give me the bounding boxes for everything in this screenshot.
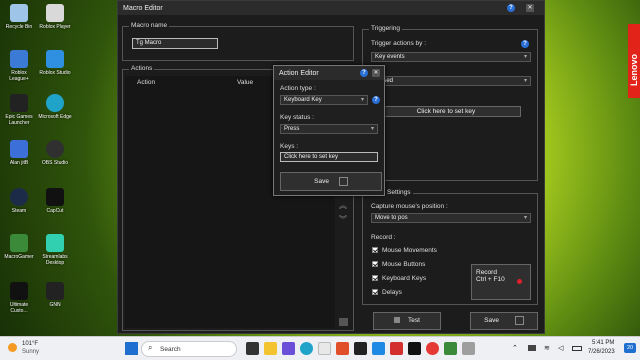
floppy-icon: [514, 315, 524, 325]
capture-position-dropdown[interactable]: Move to pos ▾: [371, 213, 531, 223]
streamlabs-icon[interactable]: Streamlabs Desktop: [38, 234, 72, 266]
volume-icon[interactable]: ◁: [558, 344, 563, 352]
chevron-up-icon[interactable]: ⌃: [512, 344, 518, 352]
app-icon-6[interactable]: [444, 342, 457, 355]
keyboard-keys-checkbox[interactable]: [372, 275, 378, 281]
wifi-icon[interactable]: ≋: [544, 344, 550, 352]
action-type-dropdown[interactable]: Keyboard Key ▾: [280, 95, 368, 105]
dialog-set-key-field[interactable]: Click here to set key: [280, 152, 378, 162]
help-icon[interactable]: ?: [507, 4, 515, 12]
trigger-help-icon[interactable]: ?: [521, 40, 529, 48]
lenovo-brand-strip: Lenovo: [628, 24, 640, 98]
move-up-icon[interactable]: ︽: [339, 202, 347, 210]
app-icon-1[interactable]: [354, 342, 367, 355]
save-button[interactable]: Save: [470, 312, 538, 330]
weather-sun-icon: [8, 343, 17, 352]
dialog-key-status-dropdown[interactable]: Press ▾: [280, 124, 378, 134]
capcut-icon[interactable]: CapCut: [38, 188, 72, 214]
app-icon-2[interactable]: [372, 342, 385, 355]
action-type-help-icon[interactable]: ?: [372, 96, 380, 104]
app-icon-3[interactable]: [390, 342, 403, 355]
record-dot-icon: [517, 279, 522, 284]
app-icon-7[interactable]: [462, 342, 475, 355]
mouse-movements-checkbox[interactable]: [372, 247, 378, 253]
macrogamer-icon[interactable]: MacroGamer: [2, 234, 36, 260]
alan-icon[interactable]: Alan jitB: [2, 140, 36, 166]
key-status-dropdown[interactable]: ressed▾: [371, 76, 531, 86]
test-button[interactable]: Test: [373, 312, 441, 330]
column-action[interactable]: Action: [137, 79, 155, 86]
action-editor-dialog: Action Editor ? ✕ Action type : Keyboard…: [273, 65, 385, 196]
start-icon[interactable]: [125, 342, 138, 355]
delays-checkbox[interactable]: [372, 289, 378, 295]
move-down-icon[interactable]: ︾: [339, 216, 347, 224]
close-icon[interactable]: ✕: [526, 4, 534, 12]
taskbar: 101°F Sunny ⌕ Search ⌃ ≋ ◁ 5:41 PM 7/26/…: [0, 336, 640, 360]
dialog-save-button[interactable]: Save: [280, 172, 382, 191]
roblox-studio-icon[interactable]: Roblox Studio: [38, 50, 72, 76]
trigger-set-key-button[interactable]: Click here to set key: [371, 106, 521, 117]
window-titlebar[interactable]: Macro Editor: [118, 1, 544, 15]
app-icon-4[interactable]: [408, 342, 421, 355]
task-view-icon[interactable]: [246, 342, 259, 355]
gnn-icon[interactable]: GNN: [38, 282, 72, 308]
macro-name-input[interactable]: Tg Macro: [132, 38, 218, 49]
macro-name-group: Macro name Tg Macro: [122, 22, 354, 61]
app-icon-5[interactable]: [426, 342, 439, 355]
search-icon: ⌕: [148, 343, 153, 352]
edge-icon[interactable]: Microsoft Edge: [38, 94, 72, 120]
teams-icon[interactable]: [282, 342, 295, 355]
office-icon[interactable]: [336, 342, 349, 355]
dialog-help-icon[interactable]: ?: [360, 69, 368, 77]
app-tray-icon[interactable]: [528, 345, 536, 351]
mouse-buttons-checkbox[interactable]: [372, 261, 378, 267]
obs-studio-icon[interactable]: OBS Studio: [38, 140, 72, 166]
edge-taskbar-icon[interactable]: [300, 342, 313, 355]
delete-icon[interactable]: [339, 318, 348, 326]
triggering-group: Triggering Trigger actions by : ? Key ev…: [362, 25, 538, 181]
roblox-player-icon[interactable]: Roblox Player: [38, 4, 72, 30]
trigger-dropdown[interactable]: Key events ▾: [371, 52, 531, 62]
settings-group: Settings Capture mouse's position : Move…: [362, 189, 538, 305]
steam-icon[interactable]: Steam: [2, 188, 36, 214]
battery-icon[interactable]: [572, 346, 582, 351]
recycle-bin-icon[interactable]: Recycle Bin: [2, 4, 36, 30]
clock-time[interactable]: 5:41 PM: [592, 340, 614, 346]
store-icon[interactable]: [318, 342, 331, 355]
file-explorer-icon[interactable]: [264, 342, 277, 355]
epic-games-icon[interactable]: Epic Games Launcher: [2, 94, 36, 126]
dialog-close-icon[interactable]: ✕: [372, 69, 380, 77]
window-title: Macro Editor: [123, 4, 163, 12]
play-icon: [394, 317, 401, 324]
search-box[interactable]: ⌕ Search: [141, 341, 237, 357]
weather-desc[interactable]: Sunny: [22, 349, 39, 355]
ultimate-custom-icon[interactable]: Ultimate Custo...: [2, 282, 36, 314]
roblox-league-icon[interactable]: Roblox League+: [2, 50, 36, 82]
dialog-floppy-icon: [338, 176, 348, 186]
notification-badge[interactable]: 20: [624, 343, 636, 353]
record-button[interactable]: Record Ctrl + F10: [471, 264, 531, 300]
weather-temp[interactable]: 101°F: [22, 341, 38, 347]
column-value[interactable]: Value: [237, 79, 253, 86]
clock-date[interactable]: 7/26/2023: [588, 349, 615, 355]
